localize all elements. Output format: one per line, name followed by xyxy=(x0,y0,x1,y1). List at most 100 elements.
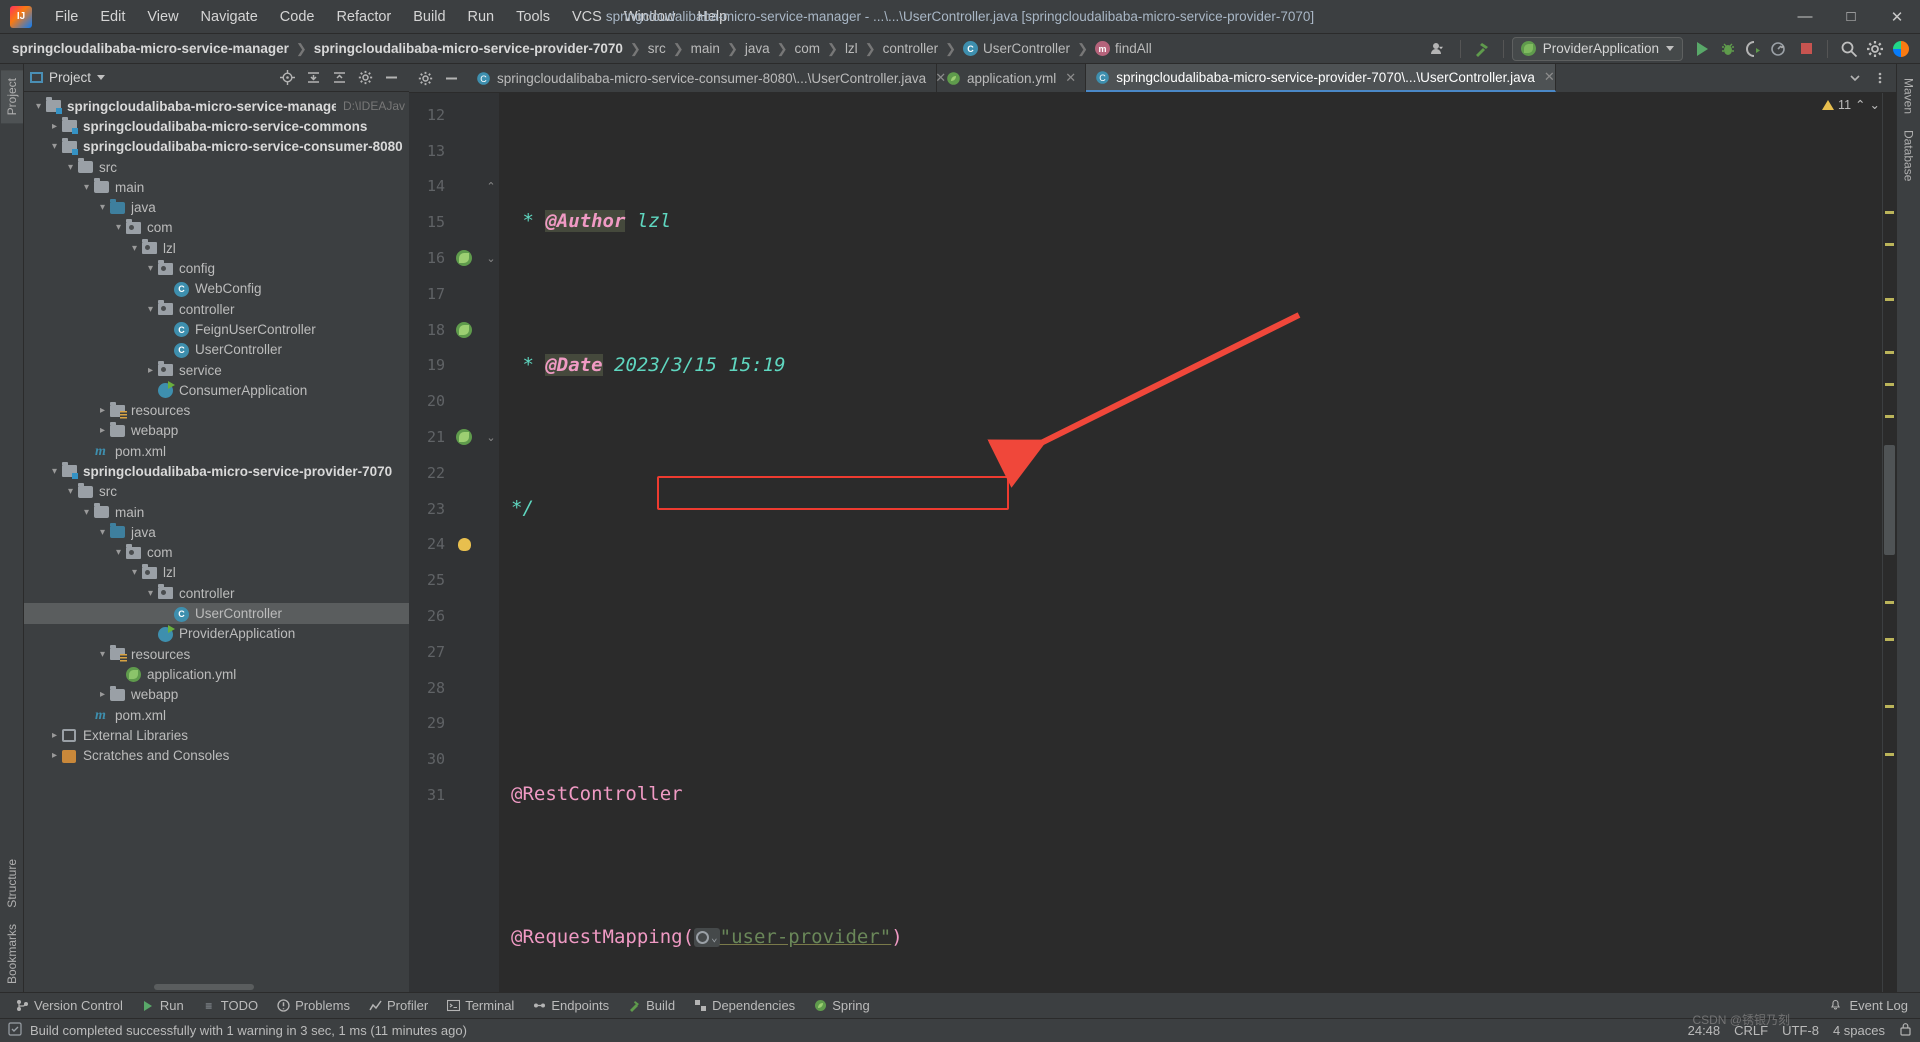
chevron-down-icon[interactable]: ▾ xyxy=(80,507,93,518)
gutter-line-22[interactable]: 22 xyxy=(409,455,483,491)
tree-item-lzl[interactable]: ▾lzl xyxy=(24,238,409,258)
tree-item-springcloudalibaba-micro-service-consumer-8080[interactable]: ▾springcloudalibaba-micro-service-consum… xyxy=(24,137,409,157)
gutter-line-28[interactable]: 28 xyxy=(409,670,483,706)
chevron-right-icon[interactable]: ▸ xyxy=(48,730,61,741)
gutter-line-18[interactable]: 18 xyxy=(409,312,483,348)
breadcrumb-usercontroller[interactable]: C UserController xyxy=(957,39,1076,58)
breadcrumb-lzl[interactable]: lzl xyxy=(839,39,864,58)
tree-item-consumerapplication[interactable]: ConsumerApplication xyxy=(24,380,409,400)
main-menu[interactable]: File Edit View Navigate Code Refactor Bu… xyxy=(44,5,738,29)
tree-item-lzl[interactable]: ▾lzl xyxy=(24,563,409,583)
tree-item-java[interactable]: ▾java xyxy=(24,522,409,542)
menu-item-vcs[interactable]: VCS xyxy=(561,5,613,29)
menu-item-navigate[interactable]: Navigate xyxy=(190,5,269,29)
fold-toggle-14[interactable]: ⌃ xyxy=(483,169,499,205)
tool-window-profiler[interactable]: Profiler xyxy=(359,996,437,1015)
chevron-right-icon[interactable]: ▸ xyxy=(96,405,109,416)
tool-window-dependencies[interactable]: Dependencies xyxy=(684,996,804,1015)
hammer-icon[interactable] xyxy=(1469,37,1495,61)
tree-item-service[interactable]: ▸service xyxy=(24,360,409,380)
editor-body[interactable]: 1213141516171819202122232425262728293031… xyxy=(409,93,1896,992)
chevron-down-icon[interactable]: ▾ xyxy=(64,486,77,497)
tree-item-resources[interactable]: ▸resources xyxy=(24,400,409,420)
hide-panel-icon[interactable] xyxy=(443,70,459,86)
tool-window-structure[interactable]: Structure xyxy=(1,851,23,916)
chevron-down-icon[interactable]: ▾ xyxy=(48,466,61,477)
tree-item-main[interactable]: ▾main xyxy=(24,177,409,197)
tree-item-usercontroller[interactable]: CUserController xyxy=(24,340,409,360)
hide-panel-icon[interactable] xyxy=(383,70,399,86)
spring-bean-icon[interactable] xyxy=(449,322,479,338)
breadcrumb-java[interactable]: java xyxy=(739,39,776,58)
gutter-line-16[interactable]: 16 xyxy=(409,240,483,276)
chevron-down-icon[interactable]: ▾ xyxy=(144,588,157,599)
breadcrumb-findall[interactable]: m findAll xyxy=(1089,39,1158,58)
gutter-line-27[interactable]: 27 xyxy=(409,634,483,670)
tool-window-version-control[interactable]: Version Control xyxy=(6,996,132,1015)
tree-item-controller[interactable]: ▾controller xyxy=(24,299,409,319)
menu-item-file[interactable]: File xyxy=(44,5,89,29)
user-icon[interactable] xyxy=(1426,37,1452,61)
project-tree-hscrollbar[interactable] xyxy=(24,982,409,992)
plugin-icon[interactable] xyxy=(1888,37,1914,61)
fold-toggle-21[interactable]: ⌄ xyxy=(483,419,499,455)
chevron-right-icon[interactable]: ▸ xyxy=(96,425,109,436)
minimize-button[interactable]: — xyxy=(1782,0,1828,34)
gutter-line-29[interactable]: 29 xyxy=(409,706,483,742)
close-icon[interactable]: ✕ xyxy=(1544,69,1555,85)
menu-item-build[interactable]: Build xyxy=(402,5,456,29)
tree-item-java[interactable]: ▾java xyxy=(24,197,409,217)
menu-item-run[interactable]: Run xyxy=(457,5,506,29)
chevron-down-icon[interactable]: ▾ xyxy=(32,101,45,112)
event-log-widget[interactable]: Event Log xyxy=(1829,998,1914,1014)
search-icon[interactable] xyxy=(1836,37,1862,61)
menu-item-edit[interactable]: Edit xyxy=(89,5,136,29)
tree-item-pom-xml[interactable]: mpom.xml xyxy=(24,441,409,461)
menu-item-code[interactable]: Code xyxy=(269,5,326,29)
tree-item-springcloudalibaba-micro-service-commons[interactable]: ▸springcloudalibaba-micro-service-common… xyxy=(24,116,409,136)
settings-gear-icon[interactable] xyxy=(1862,37,1888,61)
gutter-line-21[interactable]: 21 xyxy=(409,419,483,455)
chevron-down-icon[interactable]: ▾ xyxy=(112,222,125,233)
chevron-right-icon[interactable]: ▸ xyxy=(144,365,157,376)
project-tree[interactable]: ▾springcloudalibaba-micro-service-manage… xyxy=(24,92,409,982)
tool-window-todo[interactable]: ≡ TODO xyxy=(193,996,267,1015)
tool-window-terminal[interactable]: Terminal xyxy=(437,996,523,1015)
close-icon[interactable]: ✕ xyxy=(1065,70,1076,86)
tool-window-spring[interactable]: Spring xyxy=(804,996,879,1015)
tool-window-project[interactable]: Project xyxy=(1,70,23,123)
bulb-icon[interactable] xyxy=(449,538,479,551)
chevron-down-icon[interactable]: ▾ xyxy=(96,202,109,213)
breadcrumb-project[interactable]: springcloudalibaba-micro-service-manager xyxy=(6,39,295,58)
editor-tab-consumer-usercontroller[interactable]: C springcloudalibaba-micro-service-consu… xyxy=(467,64,937,92)
spring-run-icon[interactable] xyxy=(449,250,479,266)
maximize-button[interactable]: □ xyxy=(1828,0,1874,34)
tree-item-config[interactable]: ▾config xyxy=(24,258,409,278)
tree-item-external-libraries[interactable]: ▸External Libraries xyxy=(24,725,409,745)
tool-window-build[interactable]: Build xyxy=(618,996,684,1015)
editor-tab-application-yml[interactable]: application.yml ✕ xyxy=(937,64,1086,92)
tree-item-application-yml[interactable]: application.yml xyxy=(24,664,409,684)
close-button[interactable]: ✕ xyxy=(1874,0,1920,34)
chevron-down-icon[interactable]: ⌄ xyxy=(1870,97,1880,112)
tree-item-com[interactable]: ▾com xyxy=(24,543,409,563)
tree-item-springcloudalibaba-micro-service-manager[interactable]: ▾springcloudalibaba-micro-service-manage… xyxy=(24,96,409,116)
gutter-line-13[interactable]: 13 xyxy=(409,133,483,169)
gutter-line-31[interactable]: 31 xyxy=(409,777,483,813)
chevron-down-icon[interactable] xyxy=(1847,70,1863,86)
menu-item-view[interactable]: View xyxy=(136,5,189,29)
editor-marker-bar[interactable] xyxy=(1882,93,1896,992)
tree-item-com[interactable]: ▾com xyxy=(24,218,409,238)
tree-item-webapp[interactable]: ▸webapp xyxy=(24,421,409,441)
fold-toggle-16[interactable]: ⌄ xyxy=(483,240,499,276)
tree-item-webapp[interactable]: ▸webapp xyxy=(24,685,409,705)
collapse-all-icon[interactable] xyxy=(331,70,347,86)
tree-item-providerapplication[interactable]: ProviderApplication xyxy=(24,624,409,644)
chevron-down-icon[interactable]: ▾ xyxy=(96,527,109,538)
menu-item-tools[interactable]: Tools xyxy=(505,5,561,29)
tree-item-controller[interactable]: ▾controller xyxy=(24,583,409,603)
tree-item-src[interactable]: ▾src xyxy=(24,482,409,502)
chevron-right-icon[interactable]: ▸ xyxy=(96,689,109,700)
gutter-line-12[interactable]: 12 xyxy=(409,97,483,133)
chevron-down-icon[interactable]: ▾ xyxy=(48,141,61,152)
